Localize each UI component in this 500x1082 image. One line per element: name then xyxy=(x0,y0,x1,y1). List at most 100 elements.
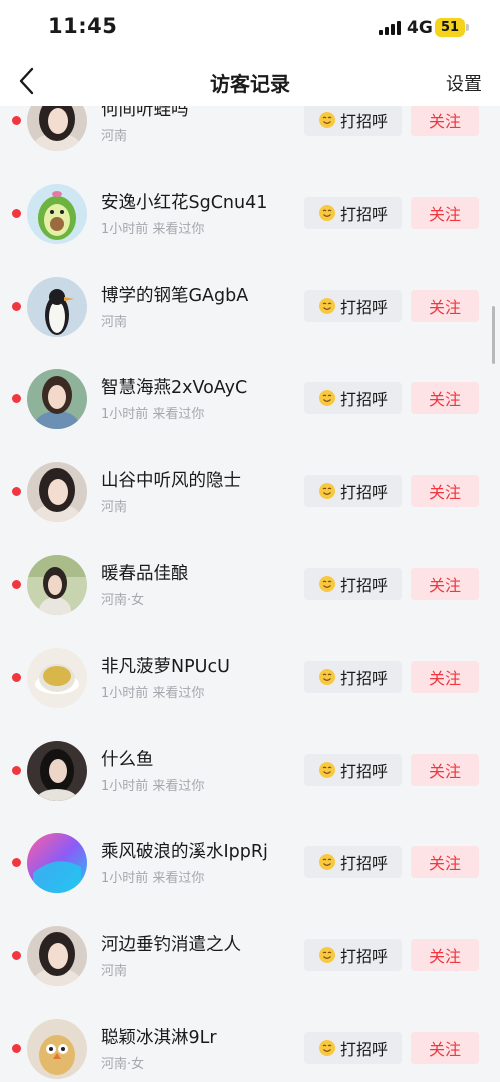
greet-label: 打招呼 xyxy=(339,761,388,781)
visitor-row[interactable]: 河边垂钓消遣之人河南 打招呼 关注 xyxy=(0,909,500,1002)
avatar[interactable] xyxy=(27,1018,87,1079)
follow-button[interactable]: 关注 xyxy=(411,196,479,229)
smile-emoji-icon xyxy=(318,947,335,964)
avatar[interactable] xyxy=(27,369,87,430)
follow-button[interactable]: 关注 xyxy=(411,753,479,786)
status-time: 11:45 xyxy=(48,14,118,38)
follow-button[interactable]: 关注 xyxy=(411,382,479,415)
greet-label: 打招呼 xyxy=(339,947,388,967)
visitor-name[interactable]: 非凡菠萝NPUcU xyxy=(101,653,230,678)
nav-bar: 访客记录 设置 xyxy=(0,56,500,106)
follow-label: 关注 xyxy=(428,297,461,317)
avatar[interactable] xyxy=(27,740,87,801)
follow-label: 关注 xyxy=(428,575,461,595)
avatar[interactable] xyxy=(27,276,87,337)
greet-button[interactable]: 打招呼 xyxy=(304,1031,402,1064)
visitor-list[interactable]: 何间听蛙吗 河南 打招呼 关注 安逸小红花SgCnu41 1小时前 来看过你 打招呼 关注 博学… xyxy=(0,106,500,1082)
signal-icon xyxy=(379,21,403,35)
visitor-name[interactable]: 智慧海燕2xVoAyC xyxy=(101,374,247,399)
visitor-name[interactable]: 什么鱼 xyxy=(101,746,154,771)
visitor-row[interactable]: 何间听蛙吗河南 打招呼 关注 xyxy=(0,106,500,167)
visitor-row[interactable]: 非凡菠萝NPUcU 1小时前 来看过你 打招呼 关注 xyxy=(0,631,500,724)
follow-label: 关注 xyxy=(428,668,461,688)
follow-button[interactable]: 关注 xyxy=(411,660,479,693)
visitor-row[interactable]: 暖春品佳酿河南·女 打招呼 关注 xyxy=(0,538,500,631)
network-label: 4G xyxy=(407,18,433,38)
visitor-row[interactable]: 山谷中听风的隐士河南 打招呼 关注 xyxy=(0,445,500,538)
visitor-info: 1小时前 来看过你 xyxy=(101,221,205,237)
visitor-row[interactable]: 智慧海燕2xVoAyC 1小时前 来看过你 打招呼 关注 xyxy=(0,352,500,445)
settings-button[interactable]: 设置 xyxy=(446,70,482,96)
visitor-info: 河南 xyxy=(101,500,128,516)
avatar[interactable] xyxy=(27,183,87,244)
visitor-name[interactable]: 乘风破浪的溪水IppRj xyxy=(101,838,268,863)
follow-label: 关注 xyxy=(428,483,461,503)
visitor-row[interactable]: 什么鱼 1小时前 来看过你 打招呼 关注 xyxy=(0,724,500,817)
visitor-row[interactable]: 安逸小红花SgCnu41 1小时前 来看过你 打招呼 关注 xyxy=(0,167,500,260)
follow-label: 关注 xyxy=(428,1039,461,1059)
greet-label: 打招呼 xyxy=(339,112,388,131)
follow-button[interactable]: 关注 xyxy=(411,939,479,972)
battery-tip xyxy=(466,24,469,31)
greet-button[interactable]: 打招呼 xyxy=(304,939,402,972)
visitor-name[interactable]: 何间听蛙吗 xyxy=(101,106,189,121)
unread-dot xyxy=(12,579,21,589)
greet-label: 打招呼 xyxy=(339,1039,388,1059)
visitor-info: 河南 xyxy=(101,314,128,330)
greet-label: 打招呼 xyxy=(339,854,388,874)
page-title: 访客记录 xyxy=(210,72,290,96)
follow-label: 关注 xyxy=(428,761,461,781)
follow-button[interactable]: 关注 xyxy=(411,567,479,600)
smile-emoji-icon xyxy=(318,390,335,407)
visitor-row[interactable]: 聪颖冰淇淋9Lr 河南·女 打招呼 关注 xyxy=(0,1002,500,1082)
greet-button[interactable]: 打招呼 xyxy=(304,567,402,600)
visitor-name[interactable]: 暖春品佳酿 xyxy=(101,560,189,585)
visitor-info: 河南 xyxy=(101,129,128,144)
greet-button[interactable]: 打招呼 xyxy=(304,382,402,415)
follow-button[interactable]: 关注 xyxy=(411,106,479,136)
unread-dot xyxy=(12,1043,21,1053)
unread-dot xyxy=(12,301,21,311)
follow-button[interactable]: 关注 xyxy=(411,846,479,879)
visitor-list-inner: 何间听蛙吗 河南 打招呼 关注 安逸小红花SgCnu41 1小时前 来看过你 打招呼 关注 博学… xyxy=(0,106,500,1082)
visitor-info: 河南·女 xyxy=(101,1056,145,1072)
greet-button[interactable]: 打招呼 xyxy=(304,660,402,693)
follow-label: 关注 xyxy=(428,204,461,224)
visitor-info: 1小时前 来看过你 xyxy=(101,407,205,423)
avatar[interactable] xyxy=(27,926,87,987)
unread-dot xyxy=(12,116,21,125)
greet-button[interactable]: 打招呼 xyxy=(304,753,402,786)
scroll-indicator[interactable] xyxy=(492,306,495,364)
greet-button[interactable]: 打招呼 xyxy=(304,106,402,136)
visitor-info: 1小时前 来看过你 xyxy=(101,871,205,887)
smile-emoji-icon xyxy=(318,668,335,685)
visitor-row[interactable]: 博学的钢笔GAgbA 河南 打招呼 关注 xyxy=(0,260,500,353)
visitor-name[interactable]: 博学的钢笔GAgbA xyxy=(101,282,248,307)
avatar[interactable] xyxy=(27,554,87,615)
status-bar: 11:45 4G 51 xyxy=(0,0,500,56)
visitor-name[interactable]: 聪颖冰淇淋9Lr xyxy=(101,1024,217,1049)
greet-button[interactable]: 打招呼 xyxy=(304,846,402,879)
visitor-name[interactable]: 安逸小红花SgCnu41 xyxy=(101,189,267,214)
visitor-name[interactable]: 山谷中听风的隐士 xyxy=(101,467,241,492)
visitor-row[interactable]: 乘风破浪的溪水IppRj 1小时前 来看过你 打招呼 关注 xyxy=(0,816,500,909)
greet-button[interactable]: 打招呼 xyxy=(304,475,402,508)
back-button[interactable] xyxy=(12,64,44,98)
follow-button[interactable]: 关注 xyxy=(411,289,479,322)
visitor-info: 河南 xyxy=(101,964,128,980)
smile-emoji-icon xyxy=(318,761,335,778)
avatar[interactable] xyxy=(27,833,87,894)
visitor-info: 河南·女 xyxy=(101,592,145,608)
avatar[interactable] xyxy=(27,462,87,523)
greet-label: 打招呼 xyxy=(339,575,388,595)
avatar[interactable] xyxy=(27,647,87,708)
greet-button[interactable]: 打招呼 xyxy=(304,289,402,322)
follow-button[interactable]: 关注 xyxy=(411,1031,479,1064)
follow-label: 关注 xyxy=(428,947,461,967)
visitor-name[interactable]: 河边垂钓消遣之人 xyxy=(101,931,241,956)
avatar[interactable] xyxy=(27,106,87,151)
greet-label: 打招呼 xyxy=(339,483,388,503)
greet-button[interactable]: 打招呼 xyxy=(304,196,402,229)
follow-button[interactable]: 关注 xyxy=(411,475,479,508)
visitor-info: 1小时前 来看过你 xyxy=(101,685,205,701)
